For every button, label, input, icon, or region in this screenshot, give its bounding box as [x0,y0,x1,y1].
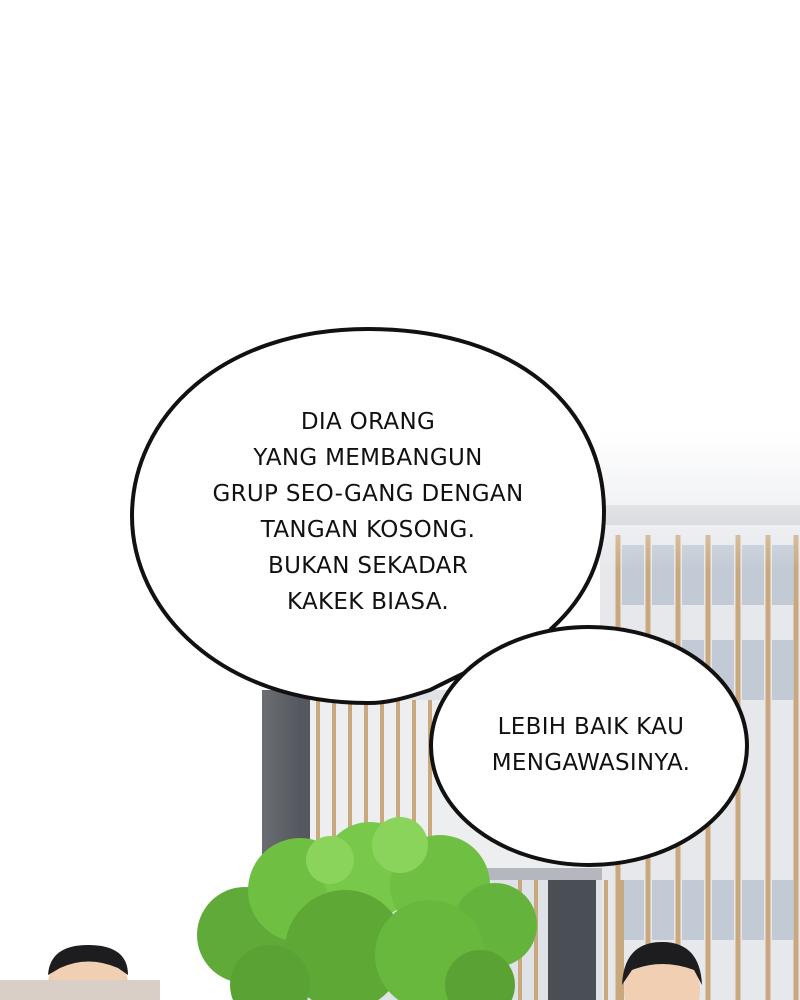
bubble-1-line: KAKEK BIASA. [287,589,449,615]
speech-bubble-1-text: DIA ORANG YANG MEMBANGUN GRUP SEO-GANG D… [168,404,568,620]
bubble-1-line: TANGAN KOSONG. [260,517,476,543]
comic-panel: DIA ORANG YANG MEMBANGUN GRUP SEO-GANG D… [0,0,800,1000]
bubble-1-line: DIA ORANG [300,409,436,435]
bubble-1-line: GRUP SEO-GANG DENGAN [212,481,524,507]
speech-bubble-2-text: LEBIH BAIK KAU MENGAWASINYA. [446,709,736,781]
bubble-2-line: LEBIH BAIK KAU [497,714,685,740]
bubble-1-line: BUKAN SEKADAR [267,553,468,579]
bubble-2-line: MENGAWASINYA. [491,750,691,776]
bubble-1-line: YANG MEMBANGUN [253,445,483,471]
